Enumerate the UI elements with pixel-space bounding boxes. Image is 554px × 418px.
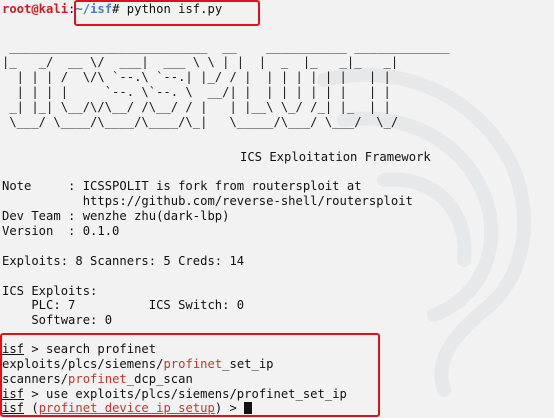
result-suffix: _dcp_scan xyxy=(126,372,193,386)
result-match: profinet xyxy=(163,357,223,371)
text-cursor xyxy=(244,402,253,414)
info-note: Note : ICSSPOLIT is fork from routersplo… xyxy=(2,179,362,193)
search-result-item: exploits/plcs/siemens/profinet_set_ip xyxy=(2,357,274,372)
result-path: exploits/plcs/siemens/ xyxy=(2,357,164,371)
module-paren-close: ) > xyxy=(214,401,245,415)
result-match: profinet xyxy=(68,372,127,386)
banner-line: | | | / \/\ `--.\ `--.| |_/ / | | | | | … xyxy=(2,70,406,84)
module-paren-open: ( xyxy=(24,401,39,415)
terminal-window[interactable]: root@kali:~/isf# python isf.py _________… xyxy=(0,0,554,418)
module-name: profinet device ip setup xyxy=(38,401,215,415)
info-url: https://github.com/reverse-shell/routers… xyxy=(2,194,413,208)
banner-line: |_ _/ __ \/ ___| ___ \ \ | | | _ |_ _|_ … xyxy=(2,55,399,69)
result-path: scanners/ xyxy=(2,372,69,386)
session-search-line: isf > search profinet xyxy=(2,342,156,357)
session-use-line: isf > use exploits/plcs/siemens/profinet… xyxy=(2,387,347,402)
prompt-user: root@kali xyxy=(2,2,69,16)
info-version: Version : 0.1.0 xyxy=(2,224,120,238)
ics-plc-count: PLC: 7 ICS Switch: 0 xyxy=(2,298,245,312)
result-suffix: _set_ip xyxy=(222,357,274,371)
banner-line: _| |_| \__/\/\__/ /\__/ / | | |__\ \_/ /… xyxy=(2,100,406,114)
module-prompt-line[interactable]: isf (profinet device ip setup) > xyxy=(2,401,253,416)
banner-line: \___/ \____/\____/\____/\_| \_____/\___/… xyxy=(2,115,413,129)
ics-software-count: Software: 0 xyxy=(2,313,113,327)
isf-prompt: isf xyxy=(2,342,25,356)
prompt-path: ~/isf xyxy=(75,2,113,16)
module-counts: Exploits: 8 Scanners: 5 Creds: 14 xyxy=(2,254,245,268)
isf-prompt: isf xyxy=(2,387,25,401)
ics-exploits-header: ICS Exploits: xyxy=(2,284,98,298)
banner-line: | | | | `--. \`--. \ __/| | | | | | | | … xyxy=(2,85,406,99)
banner-line: ___________________________ __ _________… xyxy=(2,40,450,54)
isf-prompt: isf xyxy=(2,401,25,415)
framework-subtitle: ICS Exploitation Framework xyxy=(240,150,431,164)
shell-command: python isf.py xyxy=(126,2,223,16)
search-command: > search profinet xyxy=(24,342,157,356)
info-dev-team: Dev Team : wenzhe zhu(dark-lbp) xyxy=(2,209,230,223)
shell-prompt-line: root@kali:~/isf# python isf.py xyxy=(2,2,222,17)
use-command: > use exploits/plcs/siemens/profinet_set… xyxy=(24,387,347,401)
prompt-hash: # xyxy=(112,2,127,16)
search-result-item: scanners/profinet_dcp_scan xyxy=(2,372,193,387)
